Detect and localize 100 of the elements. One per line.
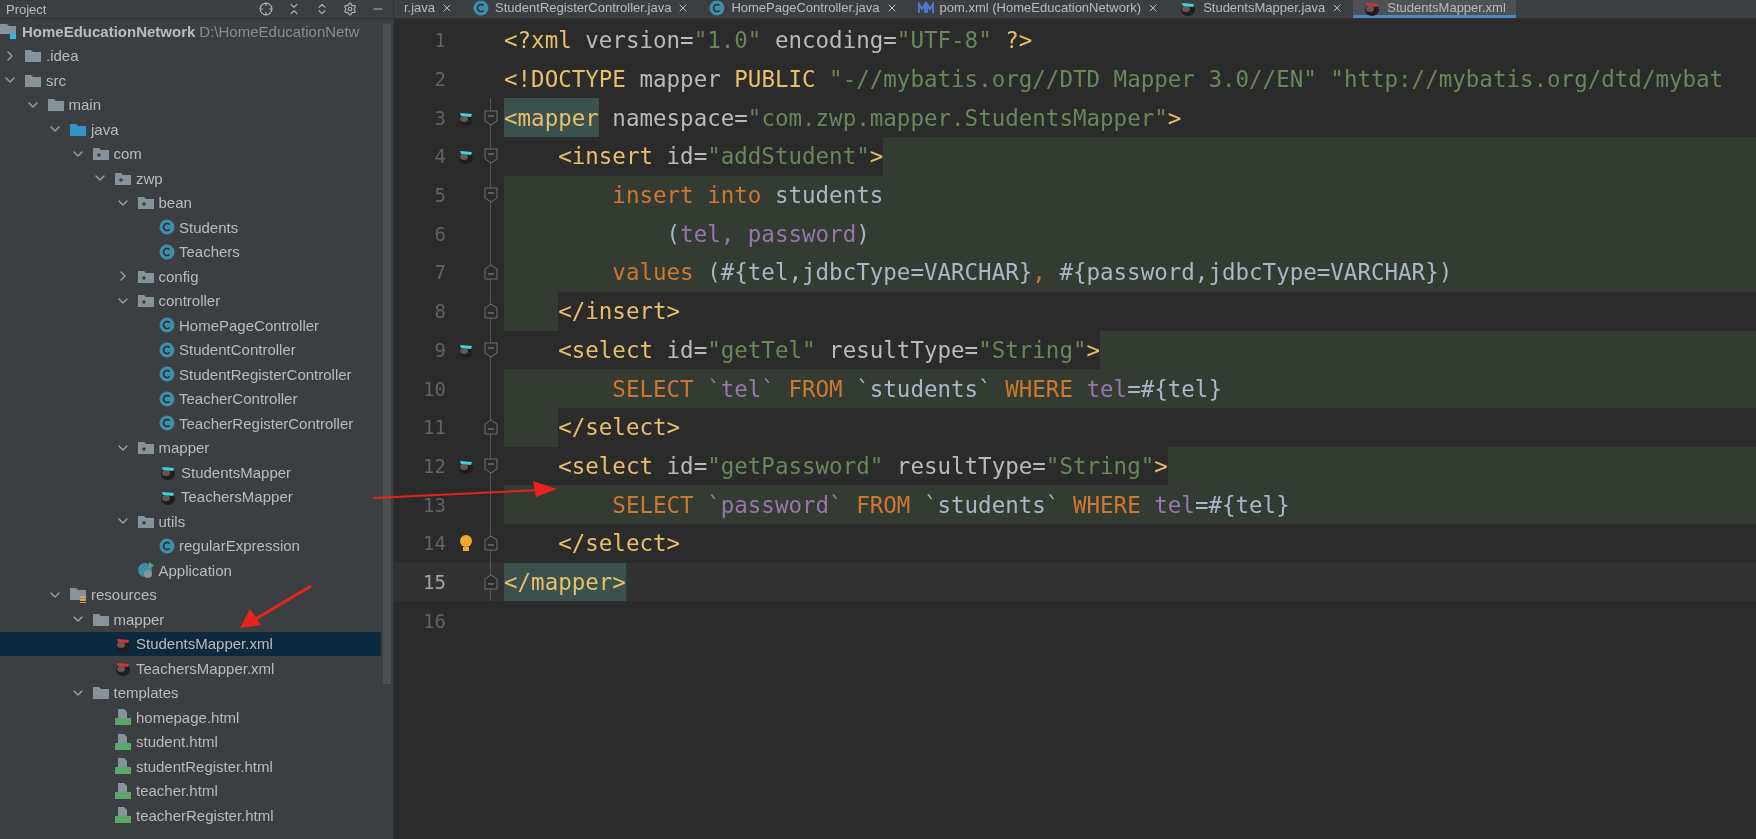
line-number: 13 (422, 493, 446, 516)
html-file-icon (114, 708, 132, 727)
tree-item[interactable]: config (0, 264, 381, 289)
line-number: 4 (433, 145, 446, 168)
line-number: 10 (422, 377, 446, 400)
code-token: SELECT (612, 374, 694, 404)
tree-item[interactable]: controller (0, 288, 381, 313)
package-icon (136, 268, 155, 284)
tree-item[interactable]: StudentController (0, 337, 381, 362)
tree-item[interactable]: .idea (0, 43, 381, 68)
editor-tab[interactable]: StudentRegisterController.java (463, 0, 700, 18)
settings-icon[interactable] (343, 2, 357, 16)
tree-item[interactable]: utils (0, 509, 381, 534)
line-number: 14 (422, 532, 446, 555)
locate-icon[interactable] (259, 2, 273, 16)
tree-item[interactable]: bean (0, 190, 381, 215)
tree-item[interactable]: StudentsMapper (0, 460, 381, 485)
fold-marker-icon[interactable] (484, 148, 498, 165)
fold-marker-icon[interactable] (484, 109, 498, 126)
code-token: version= (584, 26, 694, 56)
fold-marker-icon[interactable] (484, 264, 498, 281)
line-number: 1 (433, 29, 446, 52)
tree-item[interactable]: homepage.html (0, 705, 381, 730)
fold-marker-icon[interactable] (484, 535, 498, 552)
code-token: <!DOCTYPE (504, 65, 626, 95)
fold-marker-icon[interactable] (484, 303, 498, 320)
tree-item-label: TeacherController (179, 390, 298, 408)
tree-item[interactable]: Students (0, 215, 381, 240)
fold-marker-icon[interactable] (484, 573, 498, 590)
code-token: =#{tel} (1194, 490, 1290, 520)
tree-item[interactable]: main (0, 92, 381, 117)
folder-icon (46, 97, 65, 113)
tree-item[interactable]: mapper (0, 607, 381, 632)
code-token: <?xml (504, 26, 572, 56)
tree-item[interactable]: java (0, 117, 381, 142)
tree-item[interactable]: zwp (0, 166, 381, 191)
tree-item[interactable]: teacherRegister.html (0, 803, 381, 828)
tree-item[interactable]: Teachers (0, 239, 381, 264)
folder-icon (91, 611, 110, 627)
tree-item[interactable]: TeachersMapper.xml (0, 656, 381, 681)
code-token: encoding= (773, 26, 897, 56)
tree-item-label: java (91, 120, 119, 138)
tree-item[interactable]: TeachersMapper (0, 484, 381, 509)
tree-item-label: TeacherRegisterController (179, 414, 354, 432)
tree-item[interactable]: Application (0, 558, 381, 583)
tree-item-label: utils (158, 512, 186, 530)
class-icon (159, 415, 175, 432)
tree-item[interactable]: HomePageController (0, 313, 381, 338)
fold-marker-icon[interactable] (484, 341, 498, 358)
tree-item[interactable]: student.html (0, 729, 381, 754)
code-token: id= (665, 335, 708, 365)
fold-marker-icon[interactable] (484, 419, 498, 436)
tree-item-label: teacher.html (136, 782, 218, 800)
fold-marker-icon[interactable] (484, 187, 498, 204)
tree-item[interactable]: com (0, 141, 381, 166)
editor-tab[interactable]: HomePageController.java (699, 0, 908, 18)
package-icon (91, 146, 110, 162)
tree-item-label: Application (158, 561, 232, 579)
tree-item-label: TeachersMapper.xml (136, 659, 275, 677)
tree-item[interactable]: templates (0, 680, 381, 705)
tree-item[interactable]: src (0, 68, 381, 93)
tree-item-label: homepage.html (136, 708, 240, 726)
html-file-icon (114, 781, 132, 800)
tree-item-label: mapper (158, 439, 210, 457)
tab-label: StudentsMapper.xml (1387, 0, 1506, 15)
code-token: PUBLIC (734, 65, 816, 95)
tree-item[interactable]: TeacherController (0, 386, 381, 411)
tree-item-label: templates (113, 684, 179, 702)
fold-marker-icon[interactable] (484, 457, 498, 474)
scrollbar[interactable] (383, 24, 391, 684)
package-icon (136, 440, 155, 456)
tree-item[interactable]: TeacherRegisterController (0, 411, 381, 436)
tree-item[interactable]: mapper (0, 435, 381, 460)
project-name[interactable]: HomeEducationNetwork (22, 22, 196, 40)
panel-title[interactable]: Project (6, 1, 47, 17)
lightbulb-icon[interactable] (459, 534, 473, 553)
code-token: "getPassword" (707, 451, 884, 481)
collapse-icon[interactable] (287, 2, 301, 16)
code-token: > (1154, 451, 1168, 481)
line-number: 15 (422, 570, 446, 593)
code-token: WHERE (1071, 490, 1141, 520)
package-icon (136, 513, 155, 529)
code-token: "-//mybatis.org//DTD Mapper 3.0//EN" "http://mybatis.org/dtd/mybat (828, 65, 1724, 95)
tree-item[interactable]: studentRegister.html (0, 754, 381, 779)
tree-item[interactable]: StudentRegisterController (0, 362, 381, 387)
tree-item[interactable]: teacher.html (0, 778, 381, 803)
editor-tab[interactable]: StudentsMapper.xml (1353, 0, 1516, 18)
tree-item[interactable]: resources (0, 582, 381, 607)
tree-item-label: config (158, 267, 199, 285)
tree-item[interactable]: regularExpression (0, 533, 381, 558)
code-token: tel (1153, 490, 1195, 520)
editor-tab[interactable]: r.java (394, 0, 464, 18)
resources-folder-icon (69, 586, 87, 603)
tree-item[interactable]: StudentsMapper.xml (0, 631, 381, 656)
tab-label: pom.xml (HomeEducationNetwork) (939, 0, 1142, 15)
code-token: FROM (855, 490, 911, 520)
code-token: "String" (978, 335, 1087, 365)
editor-tab[interactable]: pom.xml (HomeEducationNetwork) (907, 0, 1170, 18)
editor-tab[interactable]: StudentsMapper.java (1169, 0, 1354, 18)
project-path: D:\HomeEducationNetw (199, 22, 360, 40)
